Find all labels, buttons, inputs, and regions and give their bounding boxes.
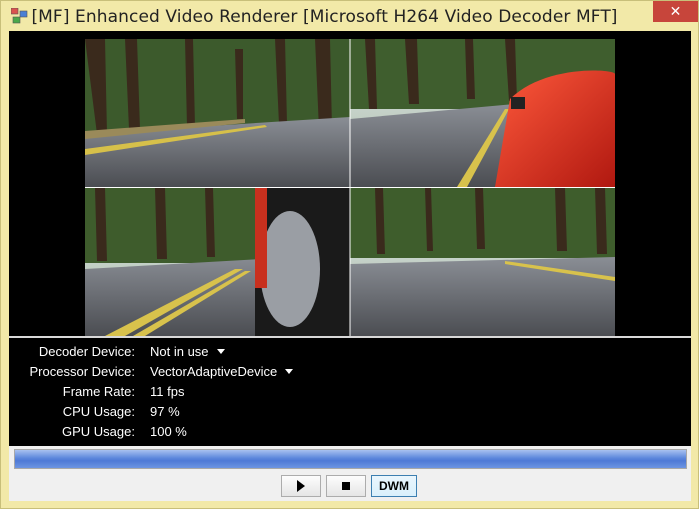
video-quadrant-bottom-right	[350, 188, 615, 336]
dwm-label: DWM	[379, 479, 409, 493]
processor-device-label: Processor Device:	[29, 364, 135, 379]
video-quadrant-top-left	[85, 39, 350, 187]
info-panel: Decoder Device: Not in use Processor Dev…	[9, 338, 691, 446]
decoder-device-value: Not in use	[150, 344, 209, 359]
playback-controls: DWM	[9, 475, 691, 499]
processor-device-dropdown[interactable]: VectorAdaptiveDevice	[150, 364, 294, 379]
cpu-usage-row: CPU Usage: 97 %	[9, 404, 691, 424]
chevron-down-icon	[216, 349, 225, 354]
video-quadrant-bottom-left	[85, 188, 350, 336]
chevron-down-icon	[285, 369, 294, 374]
title-bar[interactable]: [MF] Enhanced Video Renderer [Microsoft …	[1, 1, 698, 31]
window-title: [MF] Enhanced Video Renderer [Microsoft …	[31, 7, 618, 27]
progress-bar[interactable]	[14, 449, 687, 469]
video-frame	[85, 39, 615, 336]
play-button[interactable]	[281, 475, 321, 497]
cpu-usage-value: 97 %	[150, 404, 180, 419]
decoder-device-row: Decoder Device: Not in use	[9, 344, 691, 364]
frame-rate-value: 11 fps	[150, 384, 185, 399]
processor-device-row: Processor Device: VectorAdaptiveDevice	[9, 364, 691, 384]
stop-button[interactable]	[326, 475, 366, 497]
gpu-usage-row: GPU Usage: 100 %	[9, 424, 691, 444]
frame-rate-label: Frame Rate:	[62, 384, 135, 399]
gpu-usage-label: GPU Usage:	[62, 424, 135, 439]
video-area[interactable]	[9, 31, 691, 336]
processor-device-value: VectorAdaptiveDevice	[150, 364, 278, 379]
app-window: [MF] Enhanced Video Renderer [Microsoft …	[0, 0, 699, 509]
cpu-usage-label: CPU Usage:	[62, 404, 135, 419]
play-icon	[297, 480, 305, 492]
stop-icon	[342, 482, 350, 490]
close-icon: ✕	[669, 3, 682, 19]
decoder-device-label: Decoder Device:	[38, 344, 135, 359]
video-quadrant-top-right	[350, 39, 615, 187]
client-area: Decoder Device: Not in use Processor Dev…	[9, 31, 691, 501]
frame-rate-row: Frame Rate: 11 fps	[9, 384, 691, 404]
gpu-usage-value: 100 %	[150, 424, 187, 439]
dwm-button[interactable]: DWM	[371, 475, 417, 497]
close-button[interactable]: ✕	[653, 1, 698, 22]
decoder-device-dropdown[interactable]: Not in use	[150, 344, 225, 359]
